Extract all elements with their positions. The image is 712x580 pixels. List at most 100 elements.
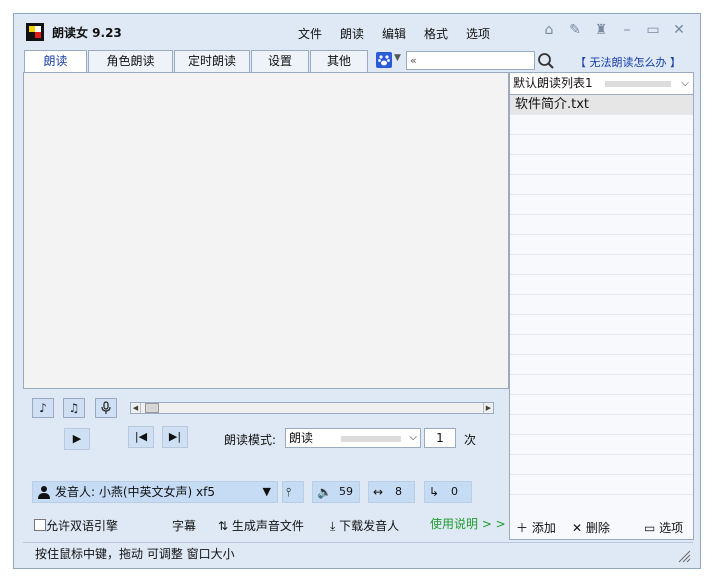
list-item-empty [510,135,693,155]
shirt-icon[interactable]: ♜ [588,22,614,38]
scroll-thumb[interactable] [145,403,159,413]
note-doc-icon: ♪ [39,401,47,415]
microphone-button[interactable] [95,398,117,418]
voice-effect-button[interactable]: ⫯ [282,481,304,503]
text-editor[interactable] [23,72,509,389]
speed-value: 8 [395,485,402,498]
play-icon: ▶ [72,432,82,445]
list-item-empty [510,415,693,435]
search-input[interactable] [406,51,535,70]
loop-arrows-icon: ⇅ [218,519,229,533]
voice-label: 发音人: [55,485,96,499]
tab-bar: 朗读 角色朗读 定时朗读 设置 其他 [24,50,369,73]
caret-down-icon: ▼ [262,485,271,498]
list-item-empty [510,475,693,495]
menu-options[interactable]: 选项 [466,25,508,42]
app-logo-icon [26,23,44,41]
tab-timed-read[interactable]: 定时朗读 [174,50,250,72]
list-item-empty [510,355,693,375]
menu-read[interactable]: 朗读 [340,25,382,42]
speaker-person-icon: ⫯ [286,485,292,499]
minimize-icon[interactable]: – [614,22,640,38]
list-item-empty [510,255,693,275]
bilingual-label: 允许双语引擎 [46,519,119,533]
tab-settings[interactable]: 设置 [251,50,309,72]
playlist-panel: 默认朗读列表1 ⌵ 软件简介.txt ＋ 添加 ✕ 删除 ▭ 选项 [509,72,694,540]
menu-file[interactable]: 文件 [298,25,340,42]
paw-icon[interactable] [376,52,392,68]
add-button[interactable]: ＋ 添加 [516,519,556,536]
microphone-icon [101,401,111,414]
previous-button[interactable]: |◀ [128,426,154,448]
insert-music-note-button[interactable]: ♪ [32,398,54,418]
chevron-down-icon: ⌵ [409,432,417,443]
generate-audio-label: 生成声音文件 [231,519,304,533]
scroll-right-icon[interactable]: ▶ [483,403,493,413]
titlebar-controls: ⌂ ✎ ♜ – ▭ ✕ [536,22,692,38]
tab-read[interactable]: 朗读 [24,50,87,73]
tab-other[interactable]: 其他 [310,50,368,72]
skip-forward-icon: ▶| [168,430,182,443]
list-item-empty [510,315,693,335]
play-button[interactable]: ▶ [64,428,90,450]
cannot-read-help-link[interactable]: 【 无法朗读怎么办 】 [575,54,681,70]
voice-select[interactable]: 发音人: 小燕(中英文女声) xf5 ▼ [32,481,278,503]
user-guide-link[interactable]: 使用说明 > > [430,515,506,532]
voice-name: 小燕(中英文女声) xf5 [98,485,216,499]
repeat-count-unit: 次 [464,433,477,447]
volume-icon: 🔈 [317,485,332,499]
download-icon: ⤓ [330,519,336,533]
menu-edit[interactable]: 编辑 [382,25,424,42]
home-icon[interactable]: ⌂ [536,22,562,38]
progress-scrollbar[interactable]: ◀ ▶ [130,402,494,414]
download-voice-button[interactable]: ⤓ 下载发音人 [330,517,399,534]
list-item-empty [510,335,693,355]
next-button[interactable]: ▶| [162,426,188,448]
tab-role-read[interactable]: 角色朗读 [88,50,173,72]
menu-format[interactable]: 格式 [424,25,466,42]
repeat-count-input[interactable]: 1 [424,428,456,448]
list-item-empty [510,155,693,175]
bilingual-checkbox[interactable] [34,519,46,531]
status-bar: 按住鼠标中键，拖动 可调整 窗口大小 [23,542,693,564]
background-music-button[interactable]: ♫ [63,398,85,418]
subtitle-button[interactable]: 字幕 [172,517,196,534]
read-mode-label: 朗读模式: [224,433,277,447]
read-mode-select[interactable]: 朗读 ⌵ [285,428,421,448]
person-icon [38,486,50,499]
generate-audio-button[interactable]: ⇅ 生成声音文件 [218,517,304,534]
close-icon[interactable]: ✕ [666,22,692,38]
skip-back-icon: |◀ [134,430,148,443]
add-button-label: 添加 [531,520,556,535]
list-item-empty [510,275,693,295]
status-text: 按住鼠标中键，拖动 可调整 窗口大小 [35,547,235,561]
maximize-icon[interactable]: ▭ [640,22,666,38]
delete-button[interactable]: ✕ 删除 [572,519,610,536]
music-note-icon: ♫ [68,401,80,415]
pitch-icon: ↳ [429,485,440,499]
read-mode-value: 朗读 [289,431,314,445]
volume-control[interactable]: 🔈 59 [312,481,360,503]
download-voice-label: 下载发音人 [339,519,400,533]
plus-icon: ＋ [516,520,529,535]
playlist-options-button[interactable]: ▭ 选项 [644,519,683,536]
scroll-left-icon[interactable]: ◀ [131,403,141,413]
title-bar: 朗读女 9.23 文件 朗读 编辑 格式 选项 ⌂ ✎ ♜ – ▭ ✕ [14,14,700,48]
list-item-empty [510,455,693,475]
list-item-empty [510,435,693,455]
speed-control[interactable]: ↔ 8 [368,481,415,503]
list-item-empty [510,215,693,235]
search-icon[interactable] [537,52,555,70]
menu-bar: 文件 朗读 编辑 格式 选项 [298,25,508,42]
list-item-empty [510,115,693,135]
list-item[interactable]: 软件简介.txt [510,95,693,115]
pin-icon[interactable]: ✎ [562,22,588,38]
pitch-control[interactable]: ↳ 0 [424,481,472,503]
paw-dropdown-icon[interactable]: ▼ [394,53,401,63]
playlist-actions: ＋ 添加 ✕ 删除 ▭ 选项 [510,514,693,540]
list-item-empty [510,295,693,315]
cross-icon: ✕ [572,520,583,535]
window-icon: ▭ [644,520,656,535]
playlist-select[interactable]: 默认朗读列表1 ⌵ [510,73,693,95]
resize-grip-icon[interactable] [677,549,691,563]
